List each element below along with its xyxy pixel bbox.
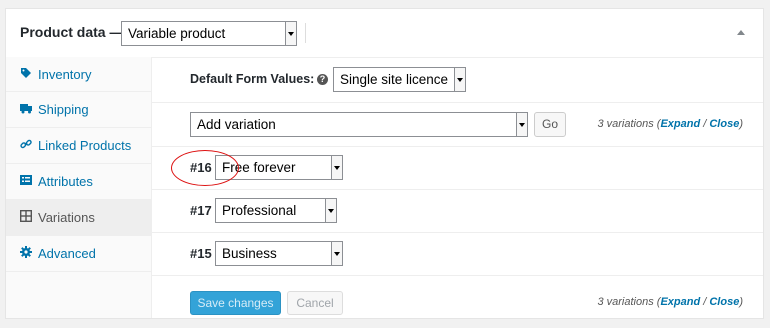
tab-attributes[interactable]: Attributes (6, 164, 151, 200)
tab-variations[interactable]: Variations (6, 200, 151, 236)
tab-linked-products[interactable]: Linked Products (6, 128, 151, 164)
expand-link[interactable]: Expand (660, 296, 700, 308)
default-form-values-row: Default Form Values: ? Single site licen… (152, 57, 763, 103)
tab-shipping[interactable]: Shipping (6, 92, 151, 128)
chevron-down-icon (331, 242, 342, 265)
grid-icon (20, 210, 32, 222)
product-data-panel: Product data — Variable product Inventor… (5, 8, 764, 319)
truck-icon (20, 104, 32, 114)
link-icon (20, 139, 32, 149)
variation-action-select[interactable]: Add variation (190, 112, 528, 137)
variation-row: #17 Professional (152, 190, 763, 233)
variation-attribute-value: Professional (222, 203, 297, 218)
chevron-down-icon (325, 199, 336, 222)
variation-attribute-value: Business (222, 246, 277, 261)
header-divider (305, 23, 306, 43)
variations-summary: 3 variations (Expand / Close) (597, 118, 743, 130)
collapse-toggle-icon[interactable] (737, 30, 745, 35)
cancel-button[interactable]: Cancel (287, 291, 343, 315)
tab-inventory-label: Inventory (38, 67, 92, 82)
tab-shipping-label: Shipping (38, 102, 89, 117)
tab-inventory[interactable]: Inventory (6, 57, 151, 92)
summary-count: 3 variations ( (597, 296, 661, 308)
go-button[interactable]: Go (534, 112, 566, 137)
chevron-down-icon (331, 156, 342, 179)
variation-id: #17 (190, 203, 212, 218)
tag-icon (21, 68, 31, 78)
chevron-down-icon (454, 68, 465, 91)
variations-summary: 3 variations (Expand / Close) (597, 296, 743, 308)
chevron-down-icon (285, 22, 296, 45)
variations-panel: Default Form Values: ? Single site licen… (152, 57, 763, 318)
variation-actions-row: Add variation Go 3 variations (Expand / … (152, 103, 763, 147)
gear-icon (20, 246, 32, 258)
tab-advanced[interactable]: Advanced (6, 236, 151, 272)
summary-suffix: ) (739, 296, 743, 308)
product-type-select[interactable]: Variable product (121, 21, 297, 46)
product-type-value: Variable product (128, 26, 226, 41)
variation-id: #15 (190, 246, 212, 261)
tab-linked-products-label: Linked Products (38, 138, 132, 153)
tab-advanced-label: Advanced (38, 246, 96, 261)
variation-attribute-select[interactable]: Professional (215, 198, 337, 223)
variation-attribute-select[interactable]: Business (215, 241, 343, 266)
default-form-values-label: Default Form Values: (190, 72, 315, 86)
summary-separator: / (700, 118, 710, 130)
list-icon (20, 175, 32, 185)
save-changes-button[interactable]: Save changes (190, 291, 281, 315)
panel-title: Product data — (20, 24, 124, 40)
variation-action-value: Add variation (197, 117, 276, 132)
close-link[interactable]: Close (709, 118, 739, 130)
tab-variations-label: Variations (38, 210, 95, 225)
tab-attributes-label: Attributes (38, 174, 93, 189)
variations-footer: Save changes Cancel 3 variations (Expand… (152, 276, 763, 320)
variation-row: #15 Business (152, 233, 763, 276)
annotation-circle (171, 150, 239, 186)
help-icon[interactable]: ? (317, 74, 328, 85)
default-licence-value: Single site licence (340, 72, 449, 87)
chevron-down-icon (516, 113, 527, 136)
summary-suffix: ) (739, 118, 743, 130)
default-licence-select[interactable]: Single site licence (333, 67, 466, 92)
summary-count: 3 variations ( (597, 118, 661, 130)
summary-separator: / (700, 296, 710, 308)
product-data-tabs: Inventory Shipping Linked Products Attri… (6, 57, 152, 318)
variation-row: #16 Free forever (152, 147, 763, 190)
expand-link[interactable]: Expand (660, 118, 700, 130)
panel-header: Product data — Variable product (6, 9, 763, 58)
close-link[interactable]: Close (709, 296, 739, 308)
